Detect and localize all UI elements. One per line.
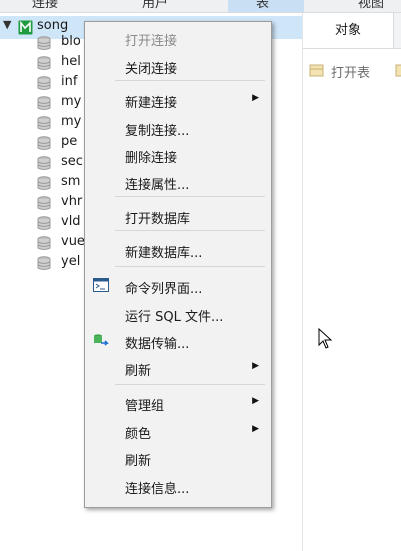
toolbar-table-button[interactable]: 表 <box>256 0 269 11</box>
database-name: blo <box>61 34 81 49</box>
menu-item-close-connection[interactable]: 关闭连接 <box>87 54 269 78</box>
object-pane: 对象 打开表 <box>303 13 401 551</box>
toolbar-view-button[interactable]: 视图 <box>358 0 384 11</box>
menu-separator <box>115 266 265 267</box>
menu-item-delete-connection[interactable]: 删除连接 <box>87 143 269 167</box>
open-table-label: 打开表 <box>331 66 371 81</box>
database-name: my <box>61 94 82 109</box>
database-icon <box>37 36 51 55</box>
submenu-arrow-icon: ▶ <box>252 396 259 406</box>
database-icon <box>37 76 51 95</box>
database-icon <box>37 96 51 115</box>
menu-separator <box>115 384 265 385</box>
database-icon <box>37 236 51 255</box>
tab-objects[interactable]: 对象 <box>303 13 394 48</box>
database-name: hel <box>61 54 81 69</box>
toolbar-user-button[interactable]: 用户 <box>142 0 168 11</box>
menu-item-label: 复制连接... <box>125 124 190 139</box>
database-icon <box>37 156 51 175</box>
menu-item-connection-properties[interactable]: 连接属性... <box>87 170 269 194</box>
menu-item-open-connection[interactable]: 打开连接 <box>87 26 269 50</box>
connection-name: song <box>37 18 69 33</box>
menu-item-label: 连接信息... <box>125 482 190 497</box>
menu-item-open-database[interactable]: 打开数据库 <box>87 204 269 228</box>
database-icon <box>37 196 51 215</box>
database-icon <box>37 136 51 155</box>
menu-item-label: 运行 SQL 文件... <box>125 310 224 325</box>
submenu-arrow-icon: ▶ <box>252 93 259 103</box>
mouse-pointer-icon <box>318 327 333 354</box>
database-icon <box>37 116 51 135</box>
menu-item-refresh[interactable]: 刷新 <box>87 446 269 470</box>
open-table-icon <box>309 64 325 82</box>
main-toolbar: 连接 用户 表 视图 <box>0 0 401 13</box>
submenu-arrow-icon: ▶ <box>252 361 259 371</box>
database-name: vld <box>61 214 81 229</box>
menu-item-label: 管理组 <box>125 399 165 414</box>
menu-item-label: 打开数据库 <box>125 212 191 227</box>
menu-separator <box>115 230 265 231</box>
object-tab-bar: 对象 <box>303 13 401 49</box>
menu-item-label: 打开连接 <box>125 34 178 49</box>
menu-item-label: 刷新 <box>125 364 152 379</box>
database-name: sm <box>61 174 81 189</box>
menu-item-label: 连接属性... <box>125 178 190 193</box>
menu-item-execute-sql-file[interactable]: 运行 SQL 文件... <box>87 302 269 326</box>
menu-item-label: 新建数据库... <box>125 246 203 261</box>
database-icon <box>37 56 51 75</box>
database-name: sec <box>61 154 83 169</box>
menu-item-label: 颜色 <box>125 427 152 442</box>
menu-item-label: 删除连接 <box>125 151 178 166</box>
expand-arrow-icon[interactable]: ▼ <box>3 18 11 31</box>
submenu-arrow-icon: ▶ <box>252 424 259 434</box>
connection-icon <box>18 20 33 39</box>
data-transfer-icon <box>93 333 109 353</box>
menu-item-new-database[interactable]: 新建数据库... <box>87 238 269 262</box>
menu-item-refresh-submenu[interactable]: 刷新 ▶ <box>87 356 269 380</box>
database-name: my <box>61 114 82 129</box>
menu-item-connection-info[interactable]: 连接信息... <box>87 474 269 498</box>
toolbar-connection-button[interactable]: 连接 <box>32 0 58 11</box>
menu-item-console[interactable]: 命令列界面... <box>87 274 269 298</box>
menu-separator <box>115 80 265 81</box>
menu-item-color[interactable]: 颜色 ▶ <box>87 419 269 443</box>
menu-item-duplicate-connection[interactable]: 复制连接... <box>87 116 269 140</box>
menu-item-label: 命令列界面... <box>125 282 203 297</box>
database-name: vhr <box>61 194 83 209</box>
design-table-icon[interactable] <box>395 64 401 82</box>
menu-item-label: 新建连接 <box>125 96 178 111</box>
database-icon <box>37 256 51 275</box>
database-name: yel <box>61 254 81 269</box>
menu-item-label: 关闭连接 <box>125 62 178 77</box>
menu-separator <box>115 196 265 197</box>
database-icon <box>37 216 51 235</box>
menu-item-manage-group[interactable]: 管理组 ▶ <box>87 391 269 415</box>
menu-item-label: 数据传输... <box>125 337 190 352</box>
menu-item-data-transfer[interactable]: 数据传输... <box>87 329 269 353</box>
menu-item-label: 刷新 <box>125 454 152 469</box>
database-name: vue <box>61 234 85 249</box>
database-name: inf <box>61 74 78 89</box>
database-name: pe <box>61 134 78 149</box>
menu-item-new-connection[interactable]: 新建连接 ▶ <box>87 88 269 112</box>
context-menu: 打开连接关闭连接新建连接 ▶ 复制连接... 删除连接连接属性... 打开数据库新建数据… <box>84 21 272 508</box>
database-icon <box>37 176 51 195</box>
console-icon <box>93 278 109 296</box>
